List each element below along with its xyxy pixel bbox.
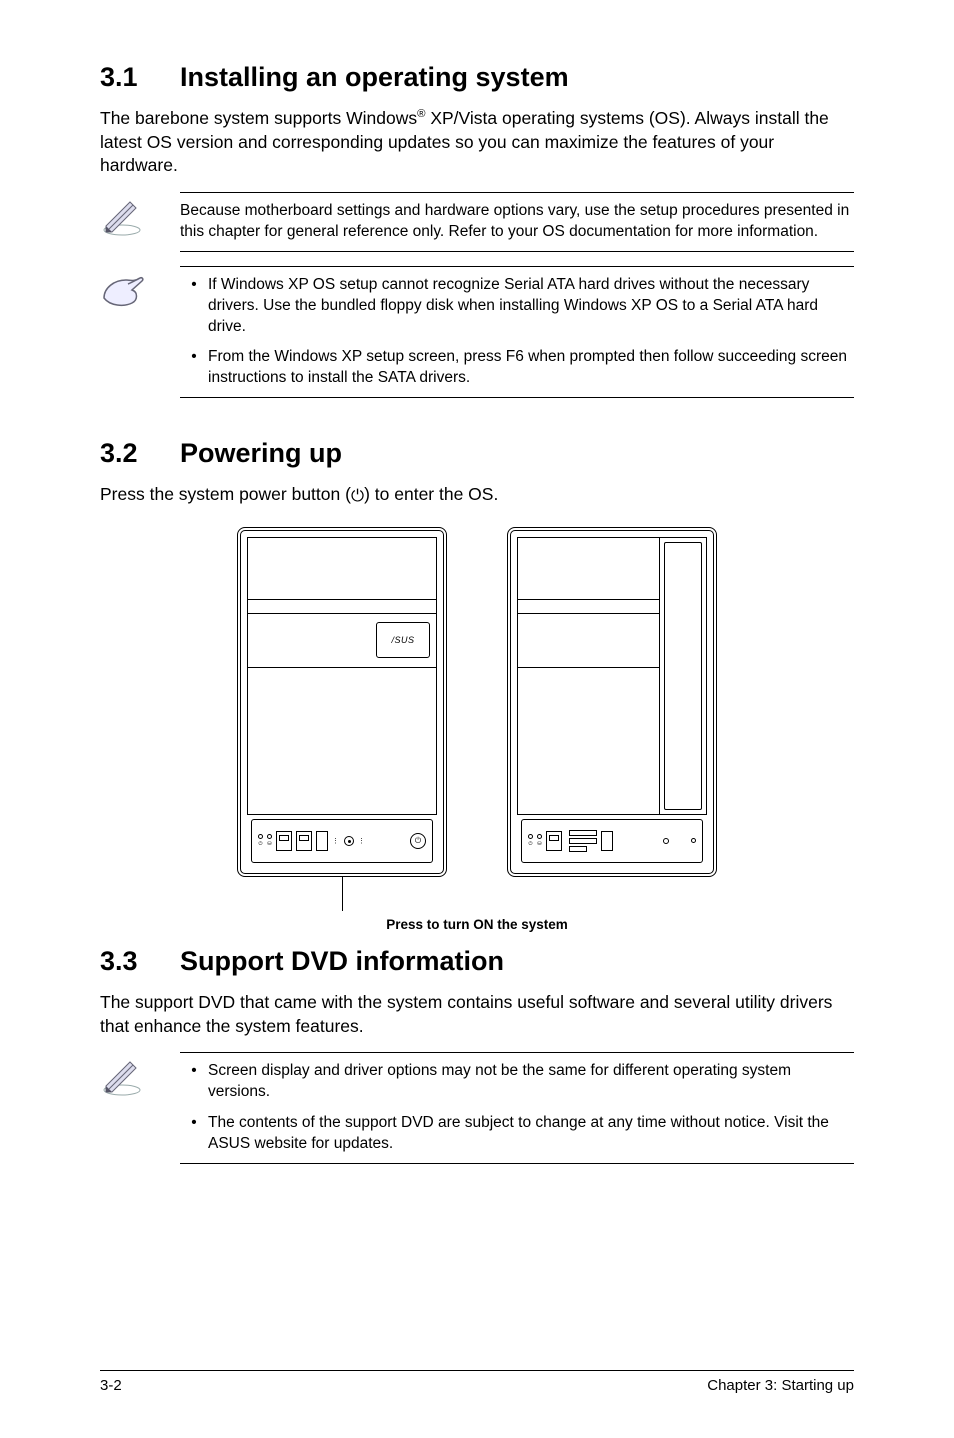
drive-bay — [248, 600, 436, 614]
section-number: 3.3 — [100, 946, 180, 977]
note-text: Because motherboard settings and hardwar… — [180, 192, 854, 252]
drive-bay — [248, 538, 436, 600]
figure-towers: /SUS ⏻ ⛁ ⋮ ⋮ ⏻ — [100, 527, 854, 911]
figure-caption: Press to turn ON the system — [100, 917, 854, 932]
pencil-icon — [100, 192, 180, 252]
bullet-icon: • — [180, 347, 208, 389]
section-number: 3.1 — [100, 62, 180, 93]
bullet-icon: • — [180, 275, 208, 338]
text: Screen display and driver options may no… — [208, 1061, 854, 1103]
hand-icon — [100, 266, 180, 399]
ieee1394-port-icon — [601, 831, 613, 851]
audio-jack-icon — [344, 836, 354, 846]
reset-button-icon — [663, 838, 669, 844]
paragraph-power-button: Press the system power button (⏻) to ent… — [100, 483, 854, 507]
power-icon: ⏻ — [351, 488, 364, 505]
drive-bay — [518, 614, 659, 668]
card-reader-icon — [569, 830, 597, 852]
section-title: Support DVD information — [180, 946, 504, 976]
tower-front-open: ⏻ ⛁ — [507, 527, 717, 911]
list-item: • Screen display and driver options may … — [180, 1061, 854, 1103]
note-block-settings: Because motherboard settings and hardwar… — [100, 192, 854, 252]
section-number: 3.2 — [100, 438, 180, 469]
drive-bay — [518, 600, 659, 614]
bullet-icon: • — [180, 1113, 208, 1155]
usb-port-icon — [296, 831, 312, 851]
note-text: • If Windows XP OS setup cannot recogniz… — [180, 266, 854, 399]
drive-bay — [518, 538, 659, 600]
list-item: • If Windows XP OS setup cannot recogniz… — [180, 275, 854, 338]
text: The barebone system supports Windows — [100, 108, 417, 128]
section-title: Installing an operating system — [180, 62, 569, 92]
note-block-xp-sata: • If Windows XP OS setup cannot recogniz… — [100, 266, 854, 399]
usb-port-icon — [546, 831, 562, 851]
text: If Windows XP OS setup cannot recognize … — [208, 275, 854, 338]
note-block-dvd: • Screen display and driver options may … — [100, 1052, 854, 1164]
text: From the Windows XP setup screen, press … — [208, 347, 854, 389]
text: Press the system power button ( — [100, 484, 351, 504]
front-cover — [248, 668, 436, 814]
indicator-dot-icon — [691, 838, 696, 843]
list-item: • The contents of the support DVD are su… — [180, 1113, 854, 1155]
front-cover — [518, 668, 659, 814]
text: The contents of the support DVD are subj… — [208, 1113, 854, 1155]
list-item: • From the Windows XP setup screen, pres… — [180, 347, 854, 389]
paragraph-support-dvd: The support DVD that came with the syste… — [100, 991, 854, 1038]
hdd-led: ⛁ — [267, 834, 272, 847]
front-io-panel: ⏻ ⛁ — [521, 819, 703, 863]
leader-line — [342, 877, 343, 911]
open-door — [660, 538, 706, 814]
power-button-icon: ⏻ — [410, 833, 426, 849]
section-heading-3-3: 3.3Support DVD information — [100, 946, 854, 977]
front-io-panel: ⏻ ⛁ ⋮ ⋮ ⏻ — [251, 819, 433, 863]
ieee1394-port-icon — [316, 831, 328, 851]
usb-port-icon — [276, 831, 292, 851]
logo-bay: /SUS — [248, 614, 436, 668]
dot-separator-icon: ⋮ — [332, 837, 340, 845]
chapter-title: Chapter 3: Starting up — [707, 1377, 854, 1394]
text: ) to enter the OS. — [364, 484, 498, 504]
section-heading-3-1: 3.1Installing an operating system — [100, 62, 854, 93]
text: Because motherboard settings and hardwar… — [180, 202, 849, 240]
page-footer: 3-2 Chapter 3: Starting up — [100, 1370, 854, 1394]
pencil-icon — [100, 1052, 180, 1164]
asus-logo: /SUS — [376, 622, 430, 658]
note-text: • Screen display and driver options may … — [180, 1052, 854, 1164]
section-title: Powering up — [180, 438, 342, 468]
dot-separator-icon: ⋮ — [358, 837, 366, 845]
tower-front-closed: /SUS ⏻ ⛁ ⋮ ⋮ ⏻ — [237, 527, 447, 911]
bullet-icon: • — [180, 1061, 208, 1103]
page-number: 3-2 — [100, 1377, 122, 1394]
section-heading-3-2: 3.2Powering up — [100, 438, 854, 469]
power-led: ⏻ — [528, 834, 533, 847]
paragraph-os-support: The barebone system supports Windows® XP… — [100, 107, 854, 178]
hdd-led: ⛁ — [537, 834, 542, 847]
power-led: ⏻ — [258, 834, 263, 847]
